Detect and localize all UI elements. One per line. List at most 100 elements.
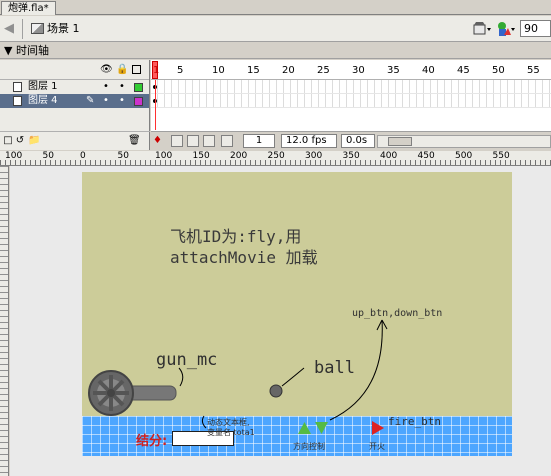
frame-row[interactable] [151, 80, 551, 94]
ruler-number: 300 [305, 151, 323, 161]
edit-scene-button[interactable] [472, 20, 492, 38]
center-frame-icon[interactable]: ♦ [153, 135, 165, 147]
document-tab[interactable]: 炮弹.fla* [1, 1, 56, 15]
timeline-scrollbar[interactable] [377, 135, 551, 148]
frame-number: 50 [492, 65, 505, 76]
insert-layer-icon[interactable]: □ [2, 135, 14, 147]
lock-icon[interactable]: 🔒 [116, 64, 128, 76]
frame-number: 1 [153, 65, 160, 76]
eye-icon[interactable]: 👁 [100, 64, 113, 76]
collapse-triangle-icon: ▼ [4, 44, 13, 57]
edit-symbols-button[interactable] [496, 20, 516, 38]
pencil-icon: ✎ [86, 95, 95, 106]
toolbar-divider [22, 19, 23, 39]
ruler-number: 50 [42, 151, 54, 161]
ruler-number: 100 [155, 151, 173, 161]
gun-pointer [178, 367, 184, 387]
down-button [315, 422, 328, 434]
ruler-number: 350 [342, 151, 360, 161]
frame-number: 30 [352, 65, 365, 76]
timeline-title: 时间轴 [15, 44, 49, 57]
scene-toolbar: ◀ 场景 1 [0, 16, 551, 42]
lock-dot[interactable]: • [118, 94, 126, 108]
timeline-header[interactable]: ▼ 时间轴 [0, 43, 551, 59]
fire-button-label: fire_btn [388, 415, 441, 428]
layer-panel: 👁 🔒 图层 1 • • 图层 4 ✎ • • □ ↺ 📁 🗑 [0, 60, 150, 150]
layer-name: 图层 1 [28, 81, 58, 92]
fire-switch-label: 开火 [369, 442, 385, 451]
up-button [298, 422, 311, 434]
gun-wheel-axle [107, 389, 115, 397]
trash-icon[interactable]: 🗑 [128, 135, 141, 147]
frame-number: 40 [422, 65, 435, 76]
stage[interactable]: 飞机ID为:fly,用 attachMovie 加载 gun_mc ball u… [82, 172, 512, 456]
visibility-dot[interactable]: • [102, 80, 110, 94]
ruler-number: 250 [267, 151, 285, 161]
vertical-ruler [0, 166, 9, 476]
ruler-number: 200 [230, 151, 248, 161]
textbox-pointer [201, 415, 207, 429]
shapes-icon [498, 22, 515, 36]
frame-number: 20 [282, 65, 295, 76]
frame-rate: 12.0 fps [281, 134, 337, 148]
dynamic-text-note-line2: 变量名 tota1 [207, 428, 255, 437]
scrollbar-thumb[interactable] [388, 137, 412, 146]
frame-number: 25 [317, 65, 330, 76]
horizontal-ruler: 100 50 0 50 100 150 200 250 300 350 400 450 500 550 [0, 151, 551, 166]
frame-row[interactable] [151, 94, 551, 108]
onion-skin-icon[interactable] [171, 135, 183, 147]
plane-note-line2: attachMovie 加载 [170, 248, 318, 267]
ruler-number: 550 [492, 151, 510, 161]
layer-page-icon [13, 96, 22, 106]
ball-pointer [281, 367, 305, 387]
ball-label: ball [314, 358, 355, 378]
clapperboard-icon [31, 23, 44, 34]
fire-button [372, 421, 384, 435]
layer-color-swatch[interactable] [134, 83, 143, 92]
ruler-number: 100 [5, 151, 23, 161]
ruler-number: 450 [417, 151, 435, 161]
frame-number: 45 [457, 65, 470, 76]
frame-number: 10 [212, 65, 225, 76]
layer-row[interactable]: 图层 1 • • [0, 80, 149, 94]
current-frame: 1 [243, 134, 275, 148]
gun-label: gun_mc [156, 350, 218, 370]
dynamic-text-note: 动态文本框, 变量名 tota1 [207, 418, 255, 438]
layer-footer: □ ↺ 📁 🗑 [0, 131, 150, 150]
ruler-number: 500 [455, 151, 473, 161]
edit-multiple-frames-icon[interactable] [203, 135, 215, 147]
ruler-number: 400 [380, 151, 398, 161]
layer-color-swatch[interactable] [134, 97, 143, 106]
scene-breadcrumb[interactable]: 场景 1 [31, 21, 80, 37]
modify-onion-markers-icon[interactable] [221, 135, 233, 147]
document-tab-bar: 炮弹.fla* [0, 0, 551, 15]
dynamic-text-note-line1: 动态文本框, [207, 418, 250, 427]
lock-dot[interactable]: • [118, 80, 126, 94]
outline-icon[interactable] [132, 65, 141, 74]
layer-header: 👁 🔒 [0, 60, 149, 80]
ruler-number: 0 [80, 151, 86, 161]
frame-ruler[interactable]: 1 5 10 15 20 25 30 35 40 45 50 55 [151, 60, 551, 80]
edit-scene-icon [473, 22, 491, 35]
ruler-number: 150 [192, 151, 210, 161]
score-label: 结分: [136, 434, 168, 449]
add-guide-layer-icon[interactable]: ↺ [14, 135, 26, 147]
layer-row-selected[interactable]: 图层 4 ✎ • • [0, 94, 149, 108]
layer-page-icon [13, 82, 22, 92]
playhead-line [155, 80, 156, 130]
plane-note-line1: 飞机ID为:fly,用 [170, 227, 302, 246]
zoom-input[interactable] [520, 20, 551, 37]
insert-folder-icon[interactable]: 📁 [28, 135, 40, 147]
direction-control-label: 方向控制 [293, 442, 325, 451]
plane-note: 飞机ID为:fly,用 attachMovie 加载 [170, 226, 318, 268]
timeline-status-bar: ♦ 1 12.0 fps 0.0s [151, 131, 551, 150]
frame-number: 5 [177, 65, 184, 76]
stage-graphics [88, 319, 388, 435]
up-down-buttons-label: up_btn,down_btn [352, 308, 443, 319]
document-tab-title: 炮弹.fla* [8, 3, 49, 14]
visibility-dot[interactable]: • [102, 94, 110, 108]
onion-skin-outlines-icon[interactable] [187, 135, 199, 147]
frame-number: 15 [247, 65, 260, 76]
scene-label: 场景 1 [47, 22, 80, 35]
back-arrow-icon[interactable]: ◀ [2, 21, 16, 37]
